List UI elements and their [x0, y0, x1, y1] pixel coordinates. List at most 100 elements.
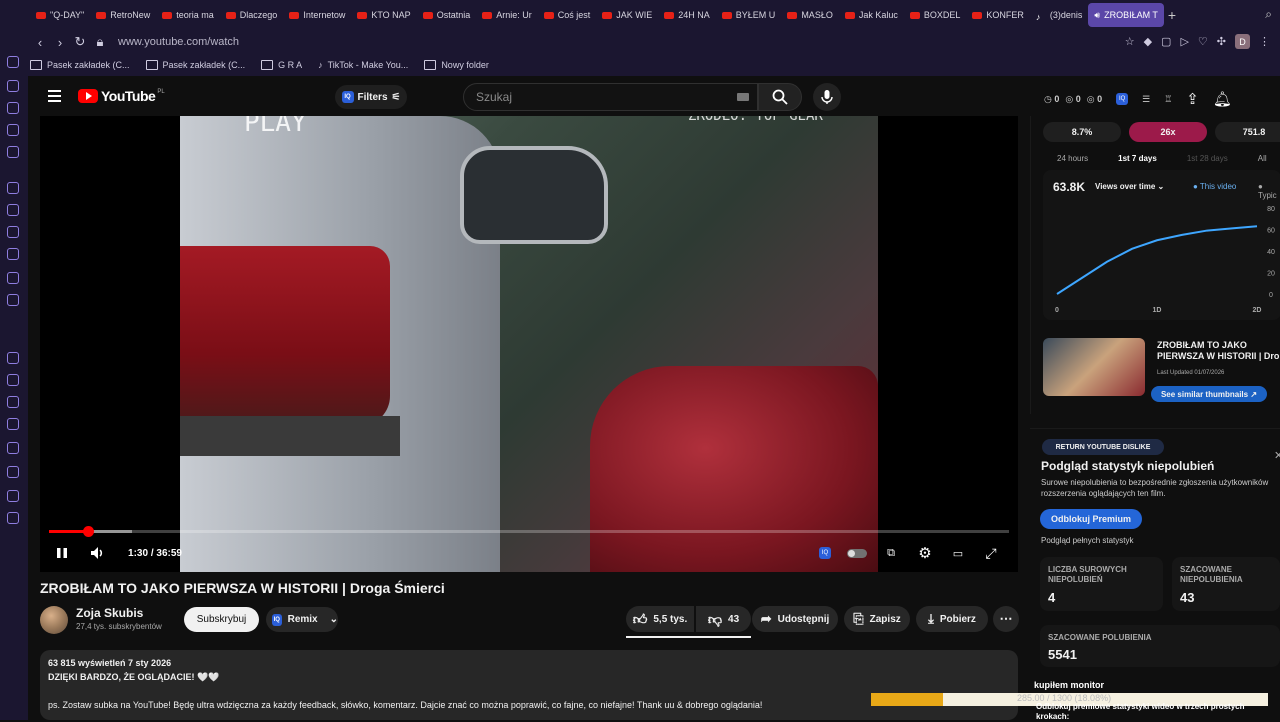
puzzle-icon[interactable] — [7, 490, 19, 502]
browser-tab[interactable]: Internetow — [283, 0, 351, 30]
theater-mode-button[interactable]: ▭ — [947, 540, 969, 566]
browser-tab[interactable]: Ostatnia — [417, 0, 477, 30]
bookmark-item[interactable]: G R A — [261, 60, 302, 70]
sidebar-app-icon[interactable] — [7, 102, 19, 114]
full-stats-link[interactable]: Podgląd pełnych statystyk — [1041, 536, 1134, 545]
voice-search-button[interactable] — [813, 83, 841, 111]
tab-first-7-days[interactable]: 1st 7 days — [1118, 154, 1157, 163]
filters-button[interactable]: IQ Filters ⚟ — [335, 85, 407, 109]
unlock-premium-button[interactable]: Odblokuj Premium — [1040, 509, 1142, 529]
extension-icon[interactable]: ▢ — [1161, 35, 1171, 48]
scrubber-handle[interactable] — [83, 526, 95, 537]
tab-24-hours[interactable]: 24 hours — [1057, 154, 1088, 163]
trophy-icon[interactable]: ♖ — [1164, 94, 1172, 105]
heart-icon[interactable] — [7, 396, 19, 408]
x-icon[interactable] — [7, 272, 19, 284]
browser-tab[interactable]: Jak Kaluc — [839, 0, 904, 30]
back-button[interactable]: ‹ — [30, 35, 50, 50]
close-icon[interactable]: ✕ — [1274, 449, 1280, 462]
browser-tab[interactable]: 24H NA — [658, 0, 716, 30]
browser-tab[interactable]: JAK WIE — [596, 0, 658, 30]
volume-button[interactable] — [88, 540, 108, 566]
browser-tab[interactable]: KONFER — [966, 0, 1030, 30]
url-field[interactable]: www.youtube.com/watch — [118, 36, 239, 48]
subscribe-button[interactable]: Subskrybuj — [184, 607, 259, 632]
search-tabs-icon[interactable]: ⌕ — [1265, 7, 1272, 22]
bookmark-item[interactable]: Nowy folder — [424, 60, 489, 70]
tab-all[interactable]: All — [1258, 154, 1267, 163]
video-player[interactable]: PLAY ŹRÓDŁO: TOP GEAR 1:30 / 36:59 IQ ⧉ … — [40, 116, 1018, 572]
save-button[interactable]: ⎘ Zapisz — [844, 606, 910, 632]
description-box[interactable]: 63 815 wyświetleń 7 sty 2026 DZIĘKI BARD… — [40, 650, 1018, 720]
browser-tab[interactable]: KTO NAP — [351, 0, 416, 30]
video-thumbnail[interactable] — [1043, 338, 1145, 396]
channel-name[interactable]: Zoja Skubis — [76, 606, 143, 620]
download-button[interactable]: ⤓ Pobierz — [916, 606, 988, 632]
instagram-icon[interactable] — [7, 248, 19, 260]
messenger-icon[interactable] — [7, 204, 19, 216]
heart-icon[interactable]: ♡ — [1198, 35, 1208, 48]
browser-tab[interactable]: 🔊︎ ZROBIŁAM T — [1088, 3, 1164, 27]
browser-tab[interactable]: RetroNew — [90, 0, 156, 30]
sidebar-app-icon[interactable] — [7, 146, 19, 158]
fullscreen-button[interactable]: ⤢ — [980, 540, 1002, 566]
tab-first-28-days[interactable]: 1st 28 days — [1187, 154, 1228, 163]
search-input[interactable]: Szukaj — [463, 83, 758, 111]
browser-tab[interactable]: BOXDEL — [904, 0, 967, 30]
subtitles-button[interactable]: ⧉ — [880, 540, 902, 566]
remix-button[interactable]: IQ Remix ⌄ — [266, 607, 338, 632]
sidebar-app-icon[interactable] — [7, 56, 19, 68]
list-icon[interactable]: ☰ — [1142, 94, 1150, 105]
list-icon[interactable] — [7, 418, 19, 430]
channel-avatar[interactable] — [40, 606, 68, 634]
bookmark-item[interactable]: Pasek zakładek (C... — [145, 60, 245, 70]
iq-player-button[interactable]: IQ — [816, 540, 834, 566]
browser-tab[interactable]: ♪ (3)denis — [1030, 0, 1089, 30]
browser-tab[interactable]: Dlaczego — [220, 0, 284, 30]
upload-icon[interactable]: ⇪ — [1186, 90, 1199, 108]
twitch-icon[interactable] — [7, 182, 19, 194]
autoplay-toggle[interactable] — [846, 540, 868, 566]
video-progress-bar[interactable] — [49, 526, 1009, 537]
puzzle-icon[interactable]: ✣ — [1217, 35, 1226, 48]
notifications-bell-icon[interactable]: 🔔︎ — [1213, 90, 1232, 108]
browser-tab[interactable]: teoria ma — [156, 0, 220, 30]
like-button[interactable]: 👍︎ 5,5 tys. — [626, 606, 694, 632]
search-button[interactable] — [758, 83, 802, 111]
clock-icon[interactable] — [7, 442, 19, 454]
forward-button[interactable]: › — [50, 35, 70, 50]
iq-icon[interactable]: IQ — [1116, 93, 1129, 105]
telegram-icon[interactable] — [7, 226, 19, 238]
youtube-favicon-icon — [96, 11, 107, 19]
settings-icon[interactable] — [7, 512, 19, 524]
reload-button[interactable]: ↻ — [70, 34, 90, 50]
play-icon[interactable]: ▷ — [1180, 35, 1188, 48]
similar-thumbnails-button[interactable]: See similar thumbnails ↗ — [1151, 386, 1267, 402]
more-actions-button[interactable]: ⋯ — [993, 606, 1019, 632]
browser-tab[interactable]: BYŁEM U — [716, 0, 782, 30]
menu-icon[interactable]: ⋮ — [1259, 35, 1270, 48]
discord-icon[interactable] — [7, 294, 19, 306]
profile-avatar[interactable]: D — [1235, 34, 1250, 49]
browser-tab[interactable]: MASŁO — [781, 0, 839, 30]
bookmark-item[interactable]: Pasek zakładek (C... — [30, 60, 130, 70]
pause-button[interactable] — [52, 540, 72, 566]
hamburger-menu-icon[interactable] — [48, 90, 61, 102]
new-tab-button[interactable]: + — [1168, 7, 1176, 23]
browser-tab[interactable]: "Q-DAY" — [30, 0, 90, 30]
download-icon[interactable] — [7, 466, 19, 478]
youtube-logo[interactable]: YouTube PL — [78, 88, 165, 104]
browser-tab[interactable]: Coś jest — [538, 0, 597, 30]
keyboard-icon[interactable] — [737, 93, 749, 101]
share-button[interactable]: ➦ Udostępnij — [752, 606, 838, 632]
spotify-icon[interactable] — [7, 352, 19, 364]
shield-icon[interactable]: ◆ — [1144, 35, 1152, 48]
dislike-button[interactable]: 👎︎ 43 — [696, 606, 751, 632]
sidebar-app-icon[interactable] — [7, 80, 19, 92]
bookmark-item[interactable]: ♪ TikTok - Make You... — [318, 60, 408, 70]
bookmark-icon[interactable]: ☆ — [1125, 35, 1135, 48]
sidebar-app-icon[interactable] — [7, 124, 19, 136]
browser-tab[interactable]: Arnie: Ur — [476, 0, 538, 30]
play-icon[interactable] — [7, 374, 19, 386]
settings-button[interactable]: ⚙ — [914, 540, 936, 566]
